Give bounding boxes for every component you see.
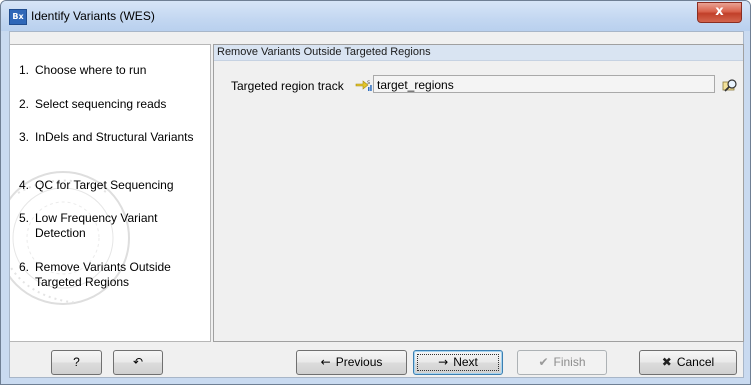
track-arrow-icon: s [355, 79, 372, 91]
finish-button[interactable]: ✔ Finish [517, 350, 607, 375]
cancel-button[interactable]: ✖ Cancel [639, 350, 737, 375]
step-label: QC for Target Sequencing [35, 178, 174, 192]
step-number: 3. [19, 130, 30, 144]
previous-button[interactable]: ← Previous [296, 350, 407, 375]
targeted-region-track-field[interactable]: target_regions [373, 75, 715, 93]
arrow-left-icon: ← [320, 355, 331, 369]
checkmark-icon: ✔ [538, 355, 549, 369]
step-number: 5. [19, 211, 30, 225]
section-header: Remove Variants Outside Targeted Regions [214, 45, 743, 61]
previous-label: Previous [335, 355, 383, 369]
step-number: 2. [19, 97, 30, 111]
targeted-region-track-label: Targeted region track [231, 79, 344, 93]
step-content-panel: Remove Variants Outside Targeted Regions… [213, 44, 744, 342]
title-bar[interactable]: Bx Identify Variants (WES) x [1, 1, 750, 31]
reset-icon: ↶ [132, 355, 144, 369]
dialog-window: Bx Identify Variants (WES) x 1. Choose w… [0, 0, 751, 385]
cancel-label: Cancel [676, 355, 715, 369]
reset-button[interactable]: ↶ [113, 350, 163, 375]
step-number: 1. [19, 63, 30, 77]
step-label: Remove Variants Outside Targeted Regions [35, 260, 171, 289]
help-button[interactable]: ? [51, 350, 102, 375]
cancel-x-icon: ✖ [661, 355, 672, 369]
svg-text:s: s [367, 79, 370, 86]
help-label: ? [73, 355, 80, 369]
finish-label: Finish [553, 355, 586, 369]
browse-folder-icon[interactable] [721, 76, 739, 94]
close-button[interactable]: x [697, 2, 742, 23]
focus-ring [417, 354, 499, 371]
app-icon: Bx [9, 9, 27, 25]
window-title: Identify Variants (WES) [31, 9, 155, 23]
step-label: InDels and Structural Variants [35, 130, 194, 144]
wizard-steps-panel: 1. Choose where to run 2. Select sequenc… [10, 44, 211, 342]
next-button[interactable]: → Next [413, 350, 503, 375]
step-number: 6. [19, 260, 30, 274]
step-label: Low Frequency Variant Detection [35, 211, 158, 240]
dialog-body: 1. Choose where to run 2. Select sequenc… [9, 31, 744, 378]
step-label: Select sequencing reads [35, 97, 167, 111]
step-label: Choose where to run [35, 63, 147, 77]
step-number: 4. [19, 178, 30, 192]
